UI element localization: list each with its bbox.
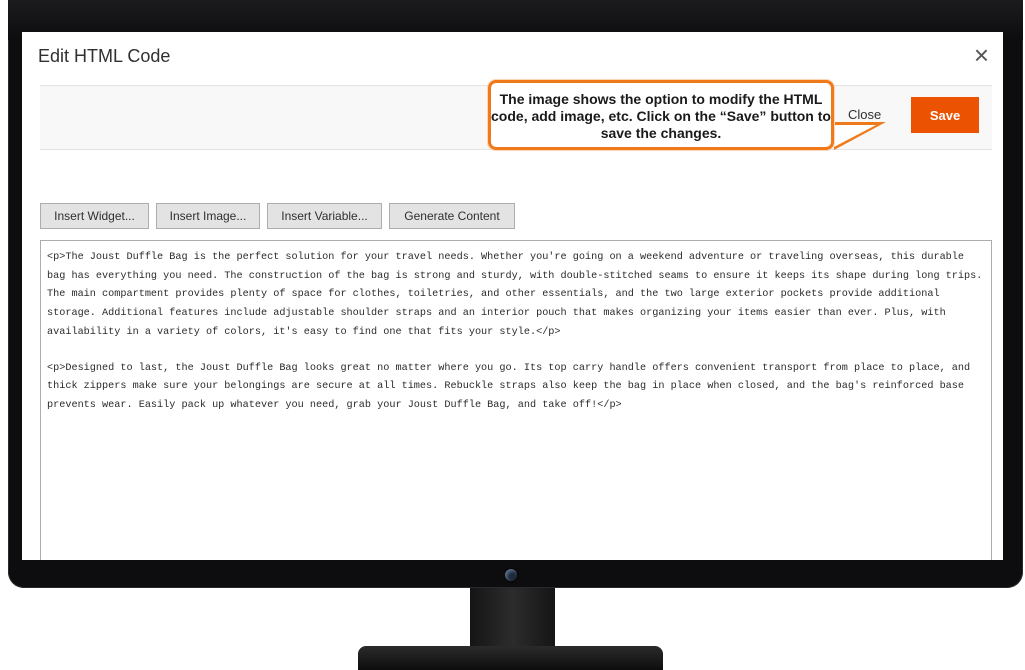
webcam-icon [505, 569, 517, 581]
insert-widget-button[interactable]: Insert Widget... [40, 203, 149, 229]
close-icon[interactable]: × [974, 42, 989, 68]
callout-tail-inner [834, 125, 876, 147]
modal-title: Edit HTML Code [38, 46, 171, 66]
insert-variable-button[interactable]: Insert Variable... [267, 203, 382, 229]
annotation-callout: The image shows the option to modify the… [488, 80, 834, 150]
monitor-stand-base [358, 646, 663, 670]
monitor-stand-neck [470, 588, 555, 646]
insert-image-button[interactable]: Insert Image... [156, 203, 260, 229]
generate-content-button[interactable]: Generate Content [389, 203, 515, 229]
code-paragraph-2: <p>Designed to last, the Joust Duffle Ba… [47, 362, 971, 411]
code-paragraph-1: <p>The Joust Duffle Bag is the perfect s… [47, 252, 983, 338]
modal-screen: Edit HTML Code × Close Save The image sh… [22, 32, 1003, 560]
close-button[interactable]: Close [848, 107, 881, 122]
save-button[interactable]: Save [911, 97, 979, 133]
html-code-textarea[interactable]: <p>The Joust Duffle Bag is the perfect s… [40, 240, 992, 560]
